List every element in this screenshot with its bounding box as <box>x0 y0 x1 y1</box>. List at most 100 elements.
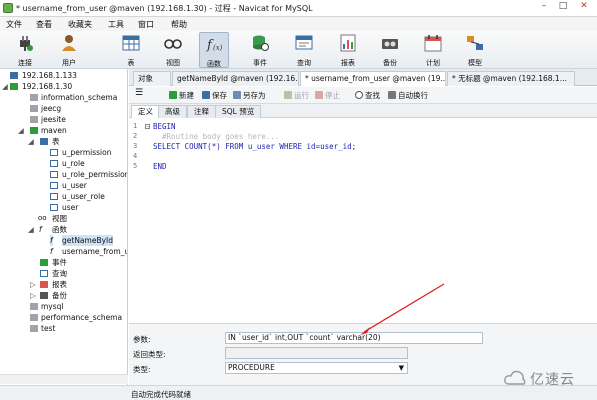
tree-node[interactable]: u_role_permission <box>0 169 127 180</box>
tree-node[interactable]: ◢ maven <box>0 125 127 136</box>
tree-node[interactable]: u_permission <box>0 147 127 158</box>
tab-username-from-user[interactable]: * username_from_user @maven (19... <box>300 71 446 86</box>
tree-node[interactable]: ◢ 表 <box>0 136 127 147</box>
collapse-arrow-icon[interactable]: ◢ <box>2 81 8 92</box>
reports-folder-icon <box>40 281 48 288</box>
toolbar-table-button[interactable]: 表 <box>116 32 146 68</box>
type-select[interactable]: PROCEDURE ▼ <box>225 362 408 374</box>
sidebar-horizontal-scrollbar[interactable] <box>0 374 128 384</box>
connection-tree: 192.168.1.133 ◢ 192.168.1.30 information_… <box>0 69 128 385</box>
tab-sql-preview[interactable]: SQL 预览 <box>215 105 262 118</box>
collapse-arrow-icon[interactable]: ◢ <box>18 125 24 136</box>
tab-objects[interactable]: 对象 <box>133 71 171 86</box>
tree-node-label: jeecg <box>41 104 62 113</box>
tree-node-selected[interactable]: f getNameById <box>0 235 127 246</box>
toolbar-label: 计划 <box>426 59 440 67</box>
report-icon <box>340 34 356 52</box>
tree-node[interactable]: performance_schema <box>0 312 127 323</box>
save-as-button-label: 另存为 <box>243 91 266 100</box>
database-icon <box>30 116 38 123</box>
fold-marker-icon[interactable]: − <box>145 124 150 130</box>
tree-node-label: 192.168.1.30 <box>22 82 73 91</box>
tab-advanced[interactable]: 高级 <box>158 105 187 118</box>
tree-node[interactable]: ▷ 备份 <box>0 290 127 301</box>
run-button-label: 运行 <box>294 91 309 100</box>
menu-window[interactable]: 窗口 <box>138 19 154 30</box>
toolbar-label: 查询 <box>297 59 311 67</box>
stop-button[interactable]: 停止 <box>315 90 340 101</box>
tree-node[interactable]: ▷ 报表 <box>0 279 127 290</box>
tab-comment[interactable]: 注释 <box>187 105 216 118</box>
new-button[interactable]: 新建 <box>169 90 194 101</box>
database-open-icon <box>30 127 38 134</box>
wrap-icon <box>388 91 396 99</box>
tree-node[interactable]: 查询 <box>0 268 127 279</box>
menu-view[interactable]: 查看 <box>36 19 52 30</box>
tab-untitled-query[interactable]: * 无标题 @maven (192.168.1... <box>447 71 575 86</box>
event-icon <box>253 35 269 51</box>
table-icon <box>50 171 58 178</box>
toolbar-event-button[interactable]: 事件 <box>245 32 275 68</box>
tree-node-label: 函数 <box>52 225 67 234</box>
tree-node[interactable]: information_schema <box>0 92 127 103</box>
functions-folder-icon: f <box>39 225 42 234</box>
title-bar: * username_from_user @maven (192.168.1.3… <box>0 0 597 17</box>
tree-node[interactable]: ◢ 192.168.1.30 <box>0 81 127 92</box>
tab-definition[interactable]: 定义 <box>131 105 160 118</box>
return-type-input[interactable] <box>225 347 408 359</box>
save-as-icon <box>233 91 241 99</box>
menu-tools[interactable]: 工具 <box>108 19 124 30</box>
close-button[interactable]: ✕ <box>577 1 591 13</box>
status-text: 自动完成代码就绪 <box>131 390 191 399</box>
table-icon <box>50 160 58 167</box>
save-as-button[interactable]: 另存为 <box>233 90 266 101</box>
toolbar-schedule-button[interactable]: 计划 <box>418 32 448 68</box>
find-button[interactable]: 查找 <box>355 90 380 101</box>
glasses-icon <box>164 39 182 49</box>
toolbar-label: 模型 <box>468 59 482 67</box>
save-button[interactable]: 保存 <box>202 90 227 101</box>
menu-icon[interactable]: ☰ <box>135 88 143 98</box>
tree-node[interactable]: u_role <box>0 158 127 169</box>
menu-file[interactable]: 文件 <box>6 19 22 30</box>
menu-favorites[interactable]: 收藏夹 <box>68 19 92 30</box>
tree-node[interactable]: user <box>0 202 127 213</box>
toolbar-connect-button[interactable]: 连接 <box>10 32 40 68</box>
toolbar-view-button[interactable]: 视图 <box>158 32 188 68</box>
toolbar-query-button[interactable]: 查询 <box>289 32 319 68</box>
tab-getnamebyid[interactable]: getNameById @maven (192.16... <box>172 71 299 86</box>
tree-node[interactable]: ◢ f 函数 <box>0 224 127 235</box>
tree-node[interactable]: test <box>0 323 127 334</box>
toolbar-function-button[interactable]: f (x) 函数 <box>199 32 229 68</box>
toolbar-backup-button[interactable]: 备份 <box>375 32 405 68</box>
tree-node[interactable]: u_user <box>0 180 127 191</box>
tables-folder-icon <box>40 138 48 145</box>
word-wrap-button[interactable]: 自动换行 <box>388 90 428 101</box>
toolbar-label: 连接 <box>18 59 32 67</box>
save-icon <box>202 91 210 99</box>
toolbar-report-button[interactable]: 报表 <box>333 32 363 68</box>
expand-arrow-icon[interactable]: ▷ <box>30 279 36 290</box>
tree-node[interactable]: mysql <box>0 301 127 312</box>
tree-node[interactable]: 事件 <box>0 257 127 268</box>
tree-node[interactable]: jeesite <box>0 114 127 125</box>
tree-node[interactable]: jeecg <box>0 103 127 114</box>
tree-node[interactable]: f username_from_u <box>0 246 127 257</box>
menu-help[interactable]: 帮助 <box>171 19 187 30</box>
minimize-button[interactable]: – <box>537 1 551 13</box>
tree-node[interactable]: 192.168.1.133 <box>0 70 127 81</box>
tree-node[interactable]: oo 视图 <box>0 213 127 224</box>
toolbar-model-button[interactable]: 模型 <box>460 32 490 68</box>
connection-icon <box>10 72 18 79</box>
maximize-button[interactable]: □ <box>556 1 570 13</box>
tree-node-label: mysql <box>41 302 64 311</box>
run-button[interactable]: 运行 <box>284 90 309 101</box>
tree-node-label: 查询 <box>52 269 67 278</box>
toolbar-user-button[interactable]: 用户 <box>54 32 84 68</box>
database-icon <box>30 325 38 332</box>
tree-node[interactable]: u_user_role <box>0 191 127 202</box>
collapse-arrow-icon[interactable]: ◢ <box>28 136 34 147</box>
expand-arrow-icon[interactable]: ▷ <box>30 290 36 301</box>
collapse-arrow-icon[interactable]: ◢ <box>28 224 34 235</box>
return-type-label: 返回类型: <box>133 350 166 359</box>
